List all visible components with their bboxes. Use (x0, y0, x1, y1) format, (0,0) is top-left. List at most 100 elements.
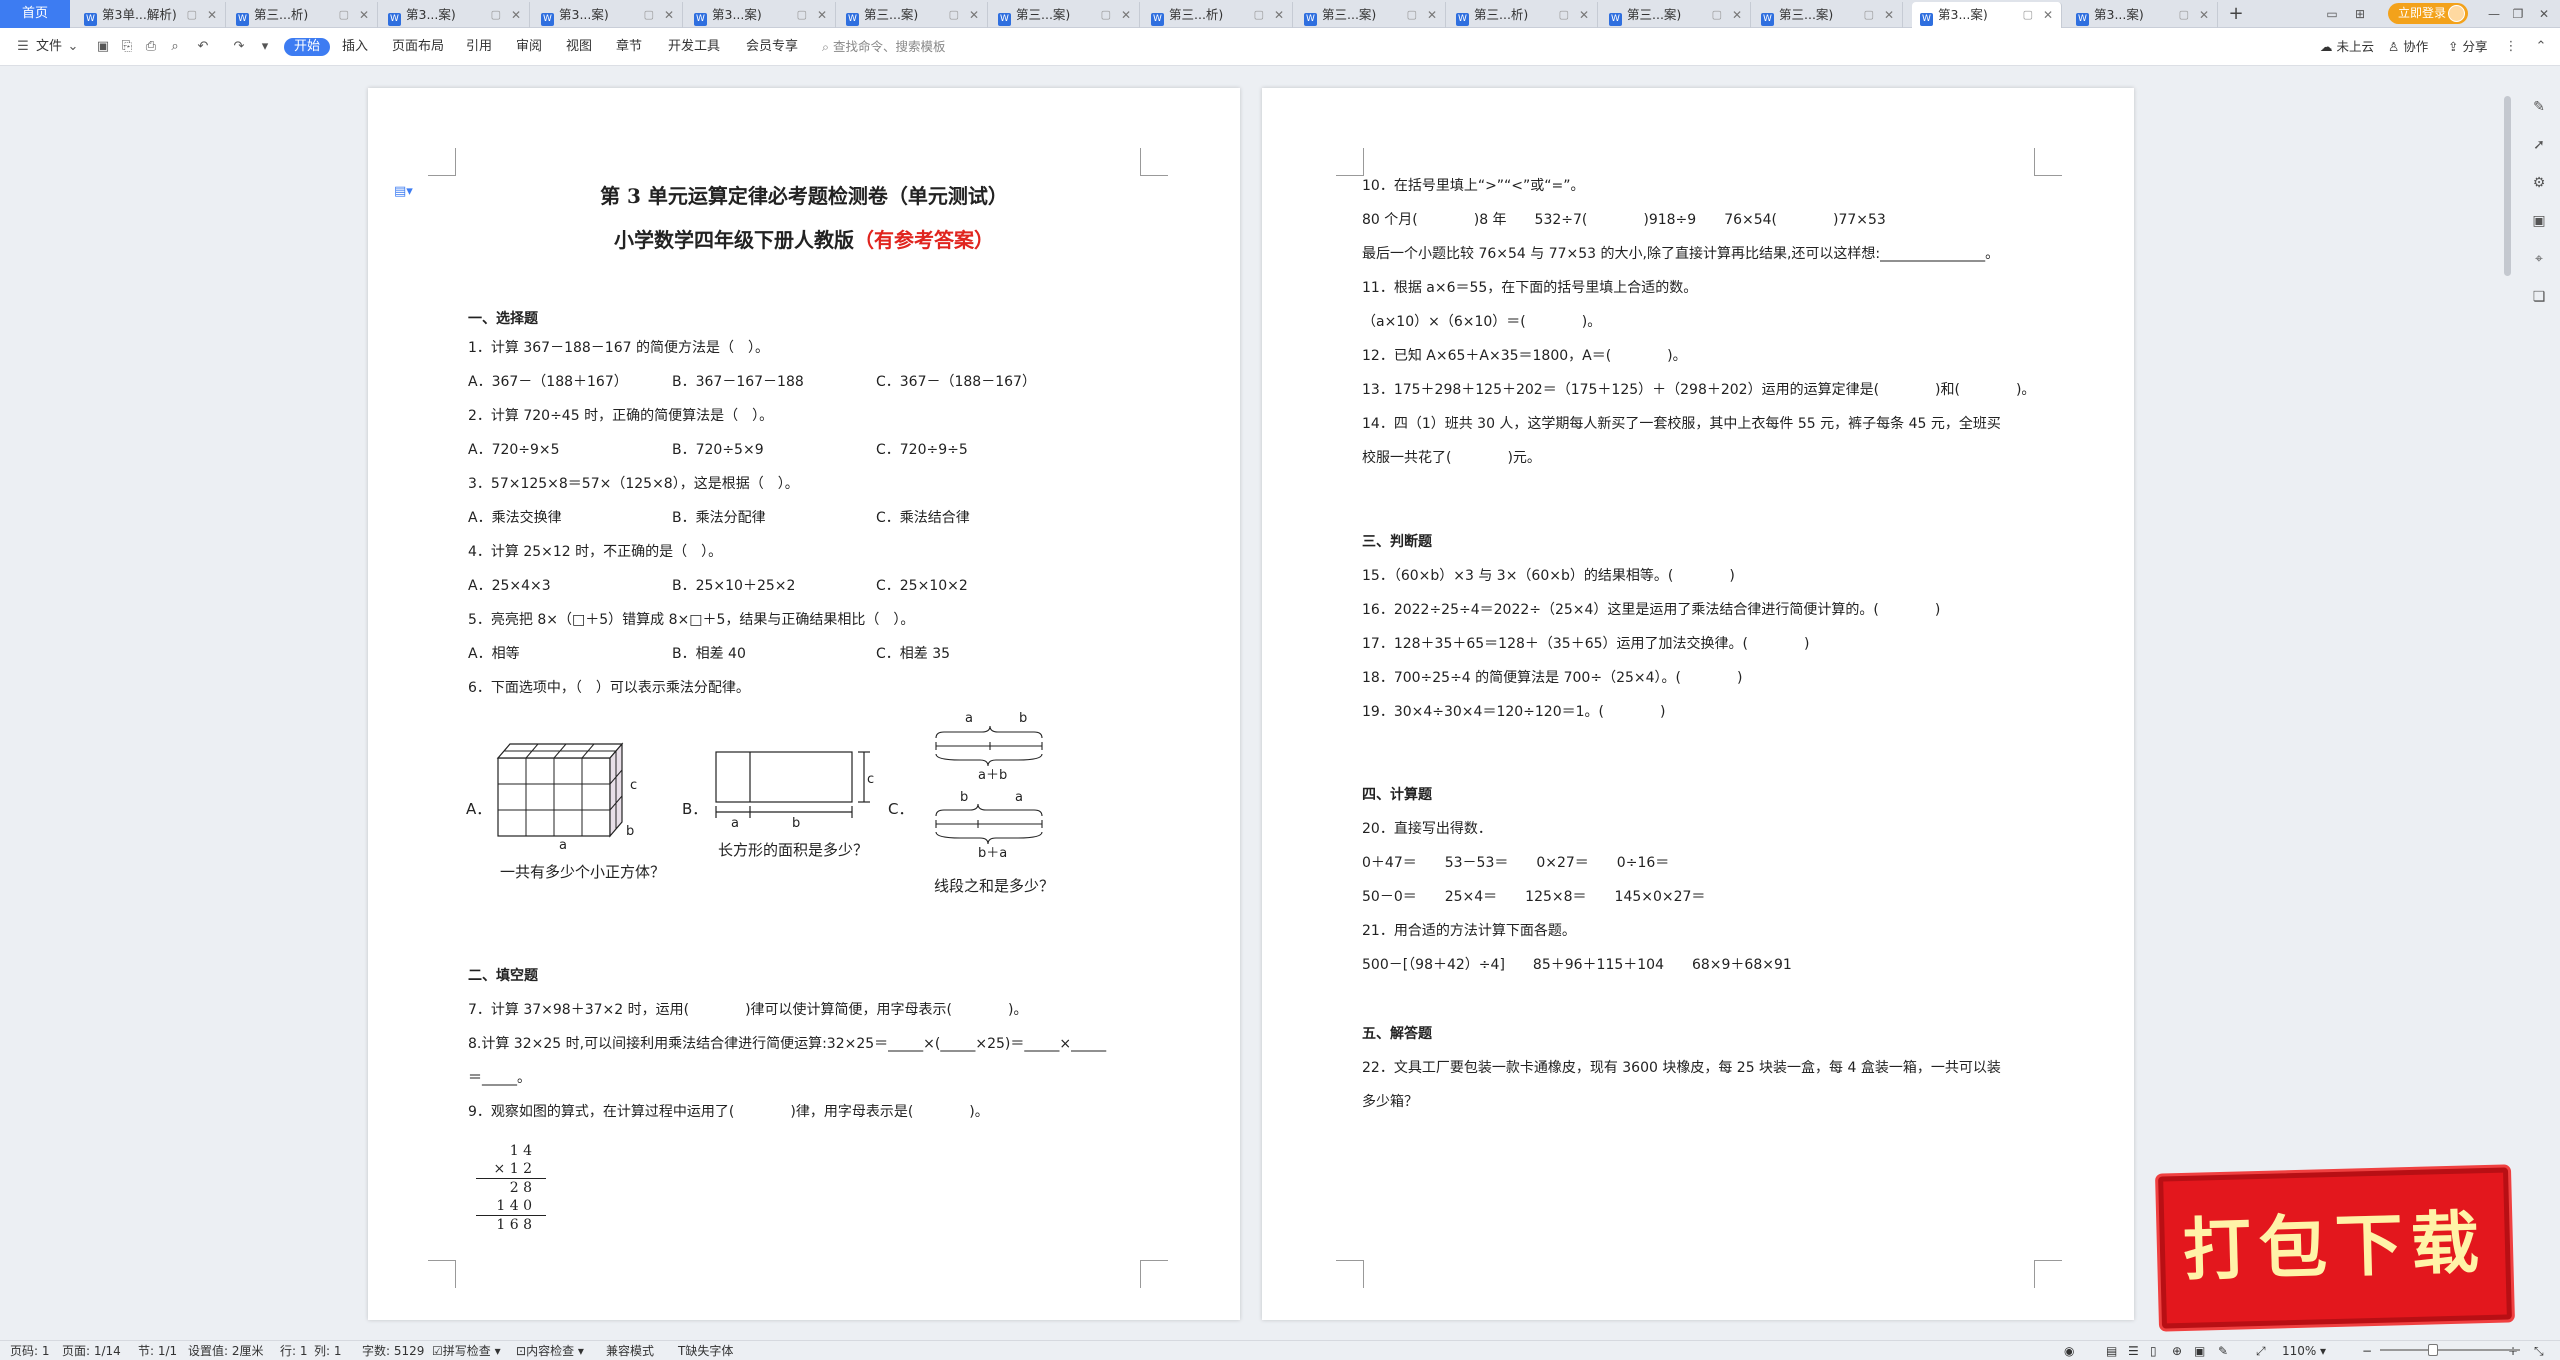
tab-member[interactable]: 会员专享 (746, 38, 798, 56)
tab-chapter[interactable]: 章节 (616, 38, 642, 56)
document-tab[interactable]: W 第三...案) ▢ ✕ (990, 2, 1140, 28)
file-menu[interactable]: 文件 (36, 38, 62, 56)
document-tab[interactable]: W 第三...案) ▢ ✕ (1753, 2, 1903, 28)
document-tab[interactable]: W 第3...案) ▢ ✕ (380, 2, 530, 28)
zoom-out-icon[interactable]: − (2362, 1343, 2372, 1359)
close-icon[interactable]: ✕ (1732, 2, 1742, 28)
content-check-toggle[interactable]: ⊡内容检查 ▾ (516, 1343, 584, 1359)
fit-page-icon[interactable]: ⤢ (2256, 1343, 2266, 1359)
page-view-icon[interactable]: ▤ (2106, 1343, 2117, 1359)
document-tab[interactable]: W 第3...案) ▢ ✕ (533, 2, 683, 28)
more-icon[interactable]: ⋮ (2502, 38, 2520, 56)
save-icon[interactable]: ▣ (94, 38, 112, 56)
tab-references[interactable]: 引用 (466, 38, 492, 56)
restore-icon[interactable]: ❐ (2508, 5, 2528, 23)
zoom-slider[interactable] (2380, 1349, 2520, 1351)
scrollbar-thumb[interactable] (2504, 96, 2511, 276)
share-button[interactable]: ⇪ 分享 (2448, 38, 2487, 56)
outline-view-icon[interactable]: ☰ (2128, 1343, 2139, 1359)
pen-view-icon[interactable]: ✎ (2218, 1343, 2228, 1359)
new-tab-button[interactable]: + (2222, 0, 2250, 28)
close-icon[interactable]: ✕ (664, 2, 674, 28)
document-tab[interactable]: W 第三...析) ▢ ✕ (1143, 2, 1293, 28)
document-tab[interactable]: W 第三...析) ▢ ✕ (1448, 2, 1598, 28)
chevron-down-icon[interactable]: ▾ (2320, 1343, 2326, 1359)
tab-pin-icon[interactable]: ▢ (949, 2, 959, 28)
chevron-down-icon[interactable]: ⌄ (64, 38, 82, 56)
document-tab[interactable]: W 第3...案) ▢ ✕ (686, 2, 836, 28)
fullscreen-icon[interactable]: ⤡ (2534, 1343, 2544, 1359)
document-tab[interactable]: W 第三...案) ▢ ✕ (1601, 2, 1751, 28)
settings-sliders-icon[interactable]: ⚙ (2528, 172, 2550, 194)
zoom-in-icon[interactable]: + (2508, 1343, 2518, 1359)
select-cursor-icon[interactable]: ➚ (2528, 134, 2550, 156)
reading-view-icon[interactable]: ▯ (2150, 1343, 2157, 1359)
close-icon[interactable]: ✕ (1121, 2, 1131, 28)
tab-pin-icon[interactable]: ▢ (339, 2, 349, 28)
spell-check-toggle[interactable]: ☑拼写检查 ▾ (432, 1343, 501, 1359)
image-icon[interactable]: ▣ (2528, 210, 2550, 232)
tab-pin-icon[interactable]: ▢ (797, 2, 807, 28)
tab-pin-icon[interactable]: ▢ (1864, 2, 1874, 28)
tab-pin-icon[interactable]: ▢ (1101, 2, 1111, 28)
close-icon[interactable]: ✕ (2199, 2, 2209, 28)
close-icon[interactable]: ✕ (511, 2, 521, 28)
zoom-slider-handle[interactable] (2428, 1344, 2438, 1356)
tab-review[interactable]: 审阅 (516, 38, 542, 56)
close-icon[interactable]: ✕ (969, 2, 979, 28)
tab-pin-icon[interactable]: ▢ (2023, 2, 2033, 28)
status-pages[interactable]: 页面: 1/14 (62, 1343, 121, 1359)
tab-pin-icon[interactable]: ▢ (644, 2, 654, 28)
tab-pin-icon[interactable]: ▢ (491, 2, 501, 28)
document-tab[interactable]: W 第三...案) ▢ ✕ (1296, 2, 1446, 28)
status-page-number[interactable]: 页码: 1 (10, 1343, 50, 1359)
customize-toolbar-icon[interactable]: ▾ (256, 38, 274, 56)
window-layout-icon[interactable]: ▭ (2322, 5, 2342, 23)
collaborate-button[interactable]: ♙ 协作 (2388, 38, 2428, 56)
document-tab[interactable]: W 第三...析) ▢ ✕ (228, 2, 378, 28)
close-window-icon[interactable]: ✕ (2534, 5, 2554, 23)
close-icon[interactable]: ✕ (1274, 2, 1284, 28)
document-tab[interactable]: W 第3单...解析) ▢ ✕ (76, 2, 226, 28)
print-preview-icon[interactable]: ⌕ (166, 38, 184, 56)
tab-pin-icon[interactable]: ▢ (1254, 2, 1264, 28)
tab-pin-icon[interactable]: ▢ (1712, 2, 1722, 28)
collapse-ribbon-icon[interactable]: ⌃ (2532, 38, 2550, 56)
close-icon[interactable]: ✕ (359, 2, 369, 28)
vertical-scrollbar[interactable] (2502, 78, 2512, 1333)
undo-icon[interactable]: ↶ (194, 38, 212, 56)
tab-pin-icon[interactable]: ▢ (2179, 2, 2189, 28)
close-icon[interactable]: ✕ (207, 2, 217, 28)
document-tab-active[interactable]: W 第3...案) ▢ ✕ (1912, 2, 2062, 28)
redo-icon[interactable]: ↷ (230, 38, 248, 56)
close-icon[interactable]: ✕ (817, 2, 827, 28)
home-tab[interactable]: 首页 (0, 0, 70, 28)
location-pin-icon[interactable]: ⌖ (2528, 248, 2550, 270)
tab-insert[interactable]: 插入 (342, 38, 368, 56)
close-icon[interactable]: ✕ (1427, 2, 1437, 28)
status-word-count[interactable]: 字数: 5129 (362, 1343, 424, 1359)
web-view-icon[interactable]: ⊕ (2172, 1343, 2182, 1359)
book-icon[interactable]: ❏ (2528, 286, 2550, 308)
tab-pin-icon[interactable]: ▢ (187, 2, 197, 28)
document-tab[interactable]: W 第三...案) ▢ ✕ (838, 2, 988, 28)
missing-font-button[interactable]: T缺失字体 (678, 1343, 733, 1359)
close-icon[interactable]: ✕ (2043, 2, 2053, 28)
tab-pin-icon[interactable]: ▢ (1559, 2, 1569, 28)
document-tab[interactable]: W 第3...案) ▢ ✕ (2068, 2, 2218, 28)
zoom-level[interactable]: 110% (2282, 1343, 2316, 1359)
tab-pin-icon[interactable]: ▢ (1407, 2, 1417, 28)
login-button[interactable]: 立即登录 (2388, 3, 2468, 24)
eye-protection-icon[interactable]: ◉ (2064, 1343, 2074, 1359)
grid-apps-icon[interactable]: ⊞ (2350, 5, 2370, 23)
minimize-icon[interactable]: — (2484, 5, 2504, 23)
edit-pen-icon[interactable]: ✎ (2528, 96, 2550, 118)
cloud-sync-button[interactable]: ☁ 未上云 (2320, 38, 2374, 56)
tab-developer[interactable]: 开发工具 (668, 38, 720, 56)
hamburger-menu-icon[interactable]: ☰ (14, 38, 32, 56)
write-view-icon[interactable]: ▣ (2194, 1343, 2205, 1359)
export-pdf-icon[interactable]: ⎘ (118, 38, 136, 56)
tab-view[interactable]: 视图 (566, 38, 592, 56)
tab-start[interactable]: 开始 (284, 38, 331, 56)
tab-page-layout[interactable]: 页面布局 (392, 38, 444, 56)
